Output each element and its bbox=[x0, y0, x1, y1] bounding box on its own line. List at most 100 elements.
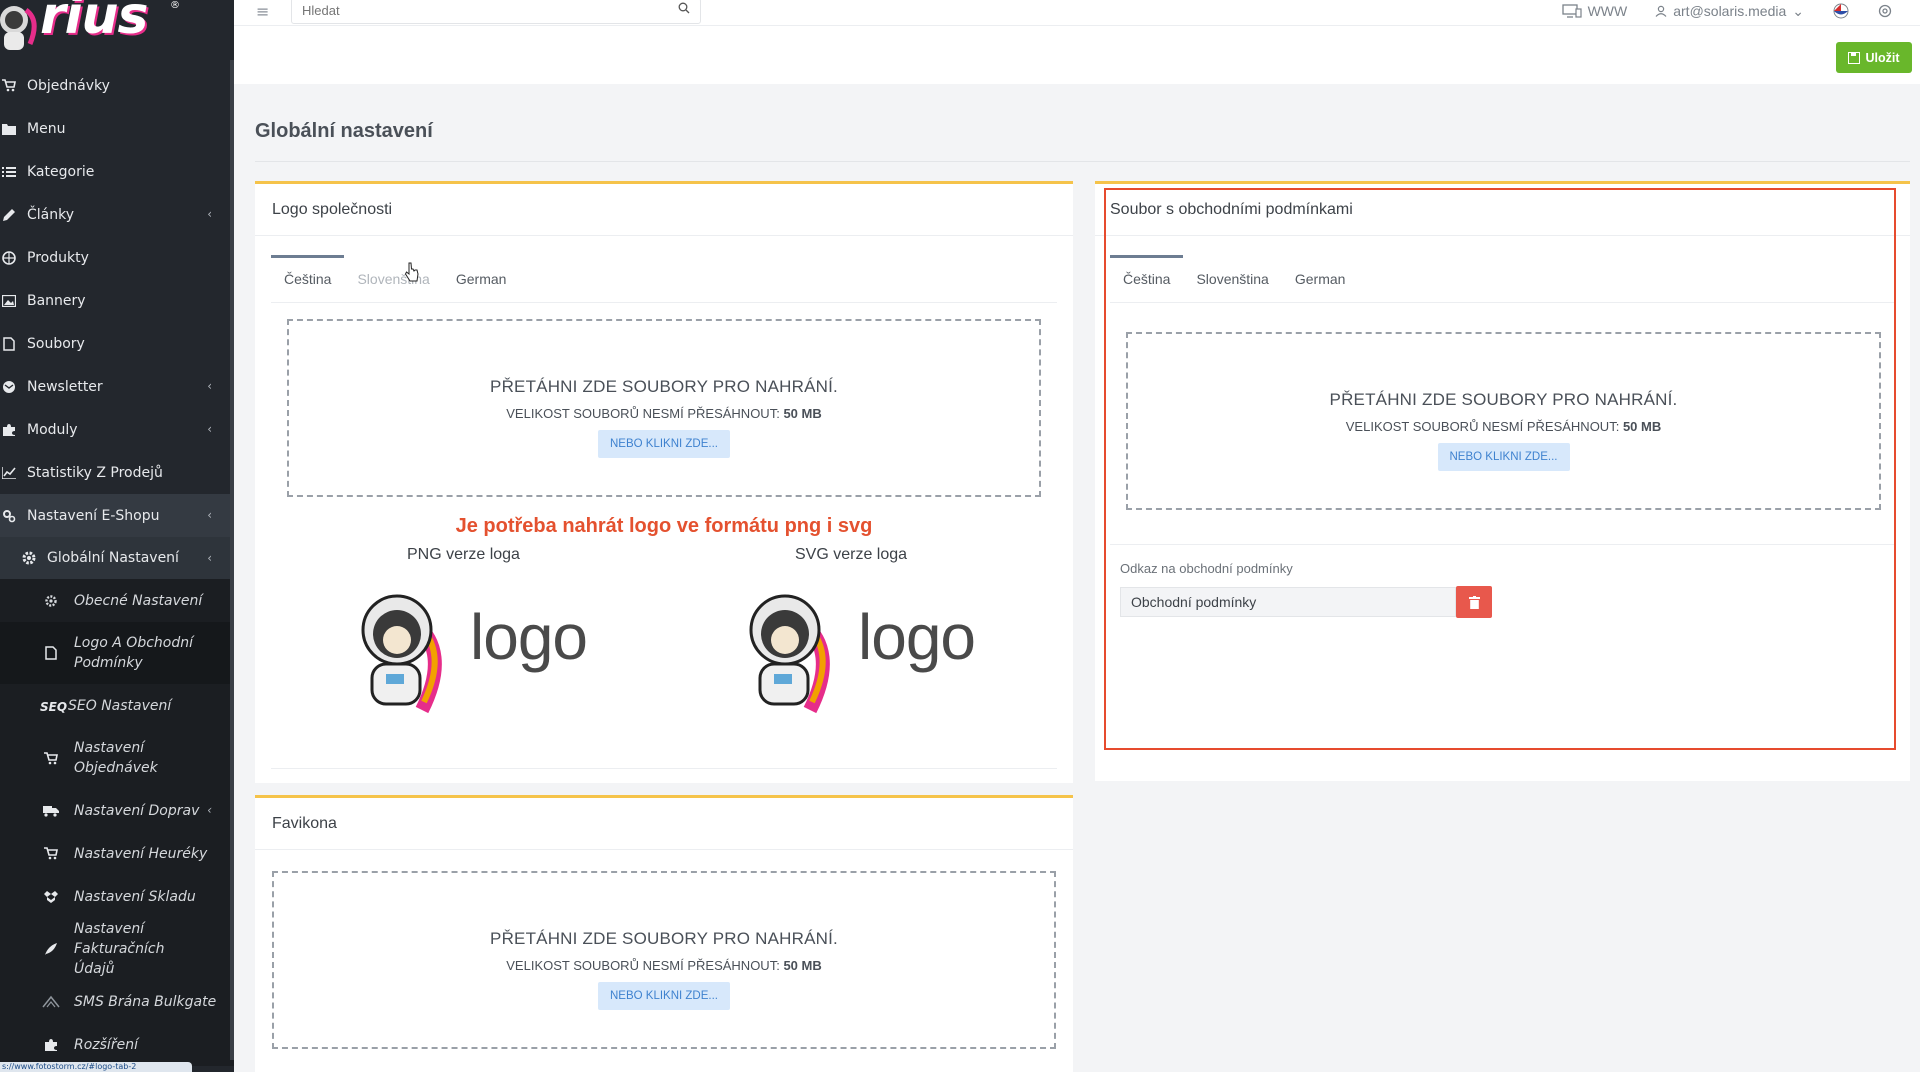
sidebar-subitem-sms-br-na-bulkgate[interactable]: SMS Brána Bulkgate bbox=[0, 980, 234, 1023]
sidebar-subitem-obecn-nastaven-[interactable]: Obecné Nastavení bbox=[0, 579, 234, 622]
floppy-icon bbox=[1848, 51, 1861, 64]
logo-dropzone[interactable]: PŘETÁHNI ZDE SOUBORY PRO NAHRÁNÍ. VELIKO… bbox=[287, 319, 1041, 497]
sidebar-item-kategorie[interactable]: Kategorie bbox=[0, 150, 234, 193]
sidebar-subitem-nastaven-faktura-n-ch-daj-[interactable]: Nastavení Fakturačních Údajů bbox=[0, 918, 234, 980]
sidebar-subitem-label: Nastavení Doprav bbox=[74, 802, 200, 819]
sidebar-subitem-logo-a-obchodn-podm-nky[interactable]: Logo A Obchodní Podmínky bbox=[0, 622, 234, 684]
sidebar-subitem-label: Nastavení Heuréky bbox=[74, 845, 208, 862]
divider bbox=[271, 768, 1057, 769]
mouse-cursor-icon bbox=[405, 262, 419, 282]
main-nav: Objednávky Menu Kategorie Články ‹ Produkty Ba… bbox=[0, 64, 234, 537]
pencil-icon bbox=[0, 208, 18, 222]
sidebar-item-label: Menu bbox=[27, 120, 66, 137]
cart-icon bbox=[42, 847, 60, 861]
dropbox-icon bbox=[42, 890, 60, 904]
chevron-left-icon: ‹ bbox=[207, 422, 212, 436]
sidebar-item--l-nky[interactable]: Články ‹ bbox=[0, 193, 234, 236]
search-input[interactable] bbox=[302, 0, 662, 21]
language-switch[interactable] bbox=[1832, 3, 1850, 19]
sidebar-subitem-roz-en-[interactable]: Rozšíření bbox=[0, 1023, 234, 1066]
mascot-icon bbox=[749, 594, 830, 714]
tab-slovenstina[interactable]: Slovenština bbox=[344, 255, 442, 303]
sidebar-item-objedn-vky[interactable]: Objednávky bbox=[0, 64, 234, 107]
sidebar-item-bannery[interactable]: Bannery bbox=[0, 279, 234, 322]
sidebar-subitem-nastaven-doprav[interactable]: Nastavení Doprav ‹ bbox=[0, 789, 234, 832]
cart-icon bbox=[0, 79, 18, 93]
chevron-down-icon: ⌄ bbox=[1792, 2, 1804, 19]
chevron-left-icon: ‹ bbox=[207, 207, 212, 221]
flag-icon bbox=[1833, 3, 1849, 19]
sidebar-item-menu[interactable]: Menu bbox=[0, 107, 234, 150]
newsletter-icon bbox=[0, 380, 18, 394]
language-tabs: Čeština Slovenština German bbox=[271, 255, 1057, 303]
sidebar-item-global-settings[interactable]: Globální Nastavení ‹ bbox=[0, 537, 234, 579]
registered-mark: ® bbox=[170, 0, 180, 11]
power-icon bbox=[1878, 4, 1892, 18]
user-email: art@solaris.media bbox=[1673, 3, 1787, 19]
chevron-left-icon: ‹ bbox=[207, 508, 212, 522]
browse-button[interactable]: NEBO KLIKNI ZDE... bbox=[598, 430, 730, 458]
sidebar-subitem-label: Nastavení Objednávek bbox=[74, 740, 158, 776]
search-icon[interactable] bbox=[678, 2, 690, 14]
sidebar-subitem-label: Logo A Obchodní Podmínky bbox=[74, 635, 193, 671]
sidebar-item-soubory[interactable]: Soubory bbox=[0, 322, 234, 365]
sidebar-subitem-label: SMS Brána Bulkgate bbox=[74, 993, 217, 1010]
chart-icon bbox=[0, 466, 18, 480]
sidebar-item-statistiky-z-prodej-[interactable]: Statistiky Z Prodejů bbox=[0, 451, 234, 494]
dropzone-size: VELIKOST SOUBORŮ NESMÍ PŘESÁHNOUT: 50 MB bbox=[506, 958, 822, 973]
logo-text: rius bbox=[40, 0, 148, 46]
hamburger-menu-icon[interactable]: ≡ bbox=[256, 2, 269, 21]
save-label: Uložit bbox=[1865, 50, 1900, 65]
favicon-card: Favikona PŘETÁHNI ZDE SOUBORY PRO NAHRÁN… bbox=[255, 795, 1073, 1072]
sidebar-subitem-seo-nastaven-[interactable]: SEQ SEO Nastavení bbox=[0, 684, 234, 727]
svg-text:SEQ: SEQ bbox=[40, 700, 67, 713]
www-link[interactable]: WWW bbox=[1561, 3, 1627, 19]
brand-logo[interactable]: rius ® bbox=[0, 0, 234, 64]
topbar-right: WWW art@solaris.media ⌄ bbox=[1561, 0, 1920, 22]
sidebar-subitem-nastaven-objedn-vek[interactable]: Nastavení Objednávek bbox=[0, 727, 234, 789]
sidebar-item-label: Nastavení E-Shopu bbox=[27, 507, 160, 524]
sidebar-subitem-nastaven-heur-ky[interactable]: Nastavení Heuréky bbox=[0, 832, 234, 875]
mascot-icon bbox=[361, 594, 442, 714]
sidebar-item-produkty[interactable]: Produkty bbox=[0, 236, 234, 279]
save-button[interactable]: Uložit bbox=[1836, 42, 1912, 73]
dropzone-size: VELIKOST SOUBORŮ NESMÍ PŘESÁHNOUT: 50 MB bbox=[506, 406, 822, 421]
chevron-left-icon: ‹ bbox=[207, 379, 212, 393]
sidebar-item-label: Globální Nastavení bbox=[47, 550, 179, 566]
sidebar-item-label: Statistiky Z Prodejů bbox=[27, 464, 163, 481]
sidebar-scrollbar[interactable] bbox=[230, 60, 234, 1060]
png-version-label: PNG verze loga bbox=[407, 546, 520, 563]
sms-icon bbox=[42, 995, 60, 1009]
cart-icon bbox=[42, 751, 60, 765]
tab-german[interactable]: German bbox=[443, 255, 520, 303]
sidebar-subitem-label: Nastavení Skladu bbox=[74, 888, 196, 905]
browse-button[interactable]: NEBO KLIKNI ZDE... bbox=[598, 982, 730, 1010]
sidebar-item-label: Objednávky bbox=[27, 77, 110, 94]
global-settings-submenu: Obecné Nastavení Logo A Obchodní Podmínky… bbox=[0, 579, 234, 1066]
truck-icon bbox=[42, 804, 60, 818]
mascot-icon bbox=[0, 6, 37, 50]
status-url: s://www.fotostorm.cz/#logo-tab-2 bbox=[0, 1062, 192, 1072]
settings-link[interactable] bbox=[1878, 4, 1892, 18]
user-menu[interactable]: art@solaris.media ⌄ bbox=[1655, 3, 1804, 20]
sidebar-item-nastaven-e-shopu[interactable]: Nastavení E-Shopu ‹ bbox=[0, 494, 234, 537]
sidebar-item-label: Moduly bbox=[27, 421, 78, 438]
page-header: Uložit bbox=[234, 26, 1920, 84]
sidebar-item-newsletter[interactable]: Newsletter ‹ bbox=[0, 365, 234, 408]
sidebar-subitem-label: Obecné Nastavení bbox=[74, 592, 203, 609]
page-title: Globální nastavení bbox=[255, 120, 433, 142]
user-icon bbox=[1655, 5, 1667, 17]
gear-icon bbox=[42, 594, 60, 608]
favicon-dropzone[interactable]: PŘETÁHNI ZDE SOUBORY PRO NAHRÁNÍ. VELIKO… bbox=[272, 871, 1056, 1049]
sidebar-item-label: Bannery bbox=[27, 292, 86, 309]
dropzone-title: PŘETÁHNI ZDE SOUBORY PRO NAHRÁNÍ. bbox=[490, 929, 838, 948]
settings-submenu: Globální Nastavení ‹ Obecné Nastavení Log… bbox=[0, 537, 234, 1066]
sidebar-subitem-nastaven-skladu[interactable]: Nastavení Skladu bbox=[0, 875, 234, 918]
topbar: ≡ WWW art@solaris.media ⌄ bbox=[234, 0, 1920, 26]
card-title: Logo společnosti bbox=[255, 184, 1073, 236]
puzzle-icon bbox=[0, 423, 18, 437]
file-icon bbox=[0, 336, 18, 351]
chevron-left-icon: ‹ bbox=[207, 803, 212, 817]
tab-cestina[interactable]: Čeština bbox=[271, 255, 345, 303]
sidebar-item-moduly[interactable]: Moduly ‹ bbox=[0, 408, 234, 451]
